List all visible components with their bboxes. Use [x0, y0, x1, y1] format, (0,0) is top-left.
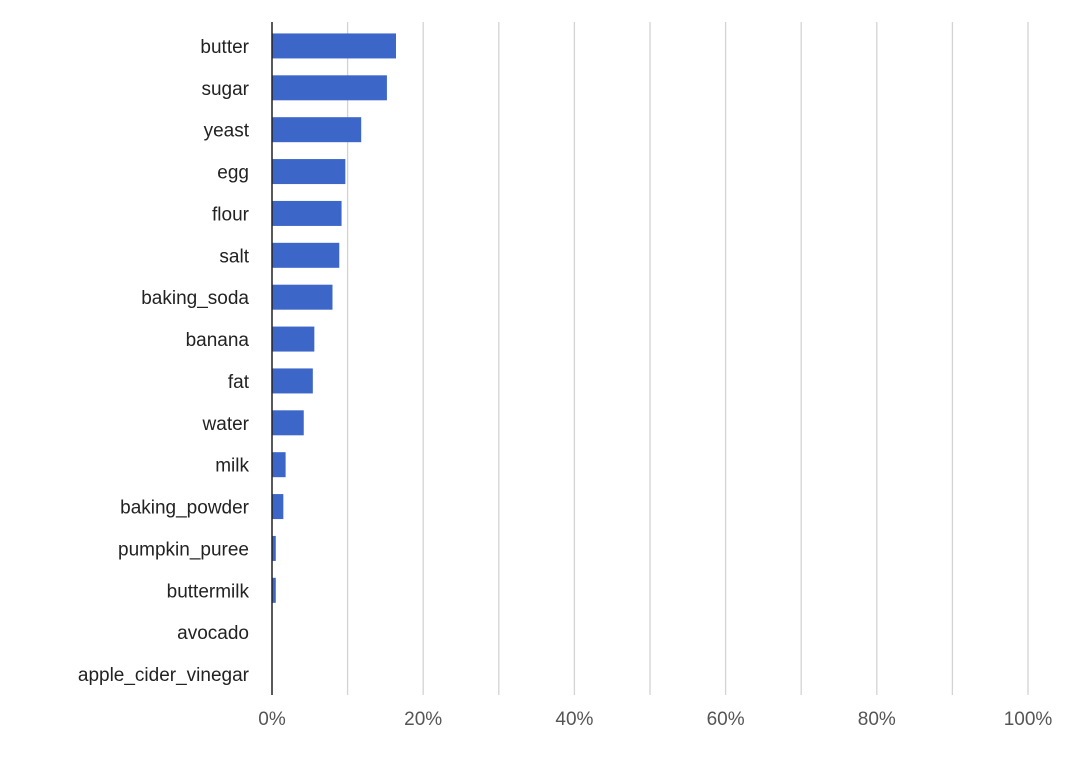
category-label: fat [228, 372, 250, 393]
category-label: banana [186, 330, 250, 351]
category-label: baking_soda [141, 288, 249, 309]
category-label: yeast [204, 121, 250, 142]
bar-yeast [272, 117, 362, 143]
bar-water [272, 410, 304, 436]
category-labels: butter sugar yeast egg flour salt baking_sodab… [78, 37, 250, 686]
bar-banana [272, 326, 315, 352]
bar-fat [272, 368, 313, 394]
x-tick-label: 80% [858, 709, 896, 730]
x-tick-labels: 0% 20% 40% 60% 80% 100% [258, 709, 1052, 730]
x-tick-label: 60% [707, 709, 745, 730]
bar-baking_powder [272, 494, 284, 520]
grid-lines [346, 22, 1029, 695]
x-tick-label: 40% [555, 709, 593, 730]
bar-butter [272, 33, 396, 59]
x-tick-label: 20% [404, 709, 442, 730]
category-label: butter [200, 37, 249, 58]
category-label: water [202, 414, 250, 435]
bar-salt [272, 242, 340, 268]
category-label: apple_cider_vinegar [78, 665, 250, 686]
category-label: egg [217, 163, 249, 184]
category-label: baking_powder [120, 498, 250, 519]
bar-chart: butter sugar yeast egg flour salt baking_sodab… [78, 22, 1052, 730]
category-label: pumpkin_puree [118, 539, 249, 560]
category-label: milk [215, 456, 249, 477]
category-label: flour [212, 204, 250, 225]
bar-flour [272, 200, 342, 226]
bars [272, 33, 396, 603]
bar-baking_soda [272, 284, 333, 310]
category-label: avocado [177, 623, 249, 644]
bar-sugar [272, 75, 387, 101]
bar-milk [272, 452, 286, 478]
x-tick-label: 100% [1004, 709, 1053, 730]
category-label: buttermilk [167, 581, 250, 602]
bar-egg [272, 159, 346, 185]
x-tick-label: 0% [258, 709, 286, 730]
category-label: salt [219, 246, 249, 267]
category-label: sugar [201, 79, 249, 100]
